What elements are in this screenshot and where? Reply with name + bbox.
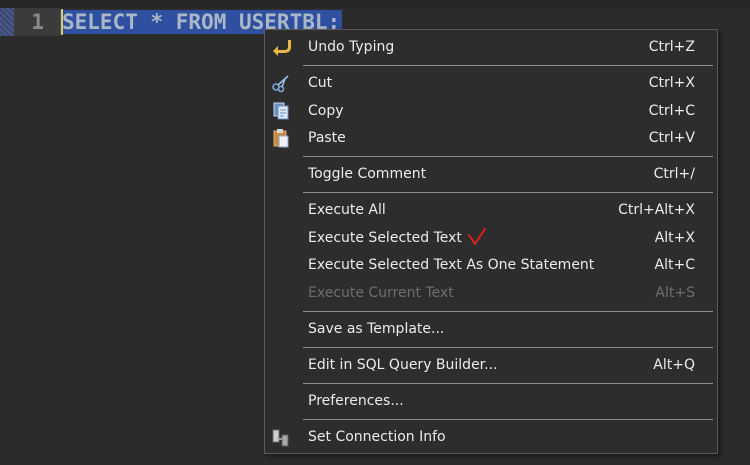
menu-item-execute-all[interactable]: Execute All Ctrl+Alt+X [265, 197, 717, 223]
copy-icon [273, 102, 289, 120]
menu-separator [303, 383, 713, 384]
menu-item-paste[interactable]: Paste Ctrl+V [265, 125, 717, 151]
menu-item-cut[interactable]: Cut Ctrl+X [265, 70, 717, 96]
line-number: 1 [14, 8, 60, 36]
menu-separator [303, 311, 713, 312]
menu-separator [303, 65, 713, 66]
menu-item-undo-typing[interactable]: Undo Typing Ctrl+Z [265, 34, 717, 60]
line-number-gutter: 1 [0, 8, 60, 36]
menu-item-execute-current-text: Execute Current Text Alt+S [308, 285, 695, 301]
menu-separator [303, 156, 713, 157]
connection-icon [272, 429, 289, 447]
menu-separator [303, 192, 713, 193]
menu-item-copy[interactable]: Copy Ctrl+C [265, 98, 717, 124]
menu-item-save-as-template[interactable]: Save as Template... [265, 316, 717, 342]
menu-item-edit-in-sql-query-builder[interactable]: Edit in SQL Query Builder... Alt+Q [265, 352, 717, 378]
menu-separator [303, 419, 713, 420]
menu-item-execute-selected-text[interactable]: Execute Selected Text Alt+X [265, 225, 717, 251]
editor-top-strip [0, 0, 750, 8]
menu-item-set-connection-info[interactable]: Set Connection Info [265, 424, 717, 450]
menu-separator [303, 347, 713, 348]
scissors-icon [272, 75, 289, 93]
menu-item-execute-selected-text-as-one-statement[interactable]: Execute Selected Text As One Statement A… [265, 252, 717, 278]
menu-item-preferences[interactable]: Preferences... [265, 388, 717, 414]
paste-icon [273, 129, 289, 148]
red-check-mark-icon [468, 228, 486, 245]
text-caret [61, 9, 63, 35]
menu-item-toggle-comment[interactable]: Toggle Comment Ctrl+/ [265, 161, 717, 187]
context-menu: Undo Typing Ctrl+Z Cut Ctrl+X Copy Ctrl+… [264, 29, 718, 454]
undo-icon [273, 40, 291, 56]
selection-marker [0, 8, 14, 36]
